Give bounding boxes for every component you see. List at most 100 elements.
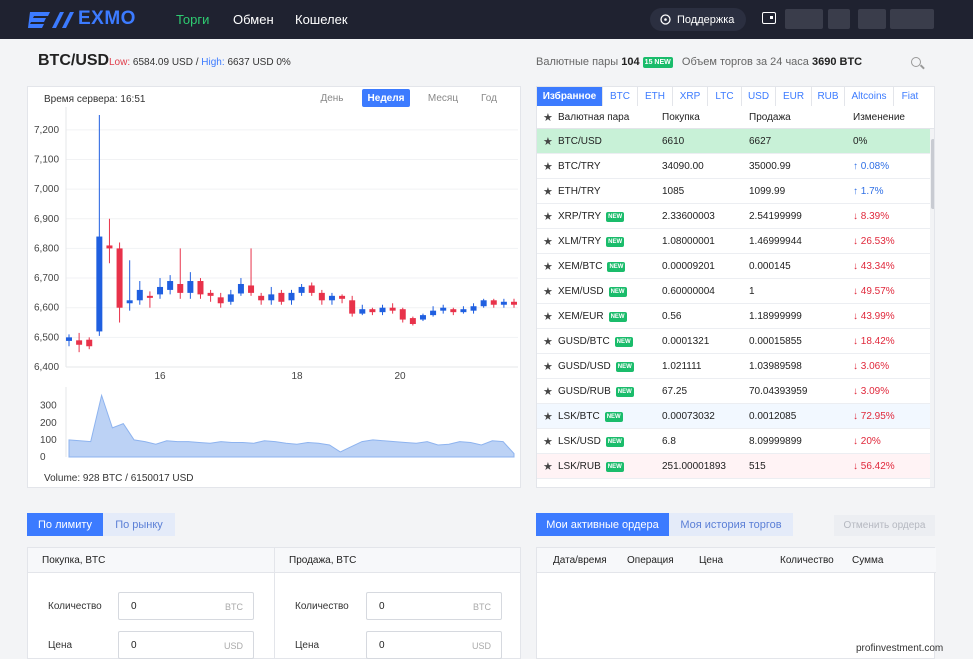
- pair-row[interactable]: ★ XEM/BTC NEW 0.00009201 0.000145 ↓ 43.34%: [537, 254, 930, 279]
- sell-quantity-label: Количество: [295, 601, 349, 612]
- tab-altcoins[interactable]: Altcoins: [845, 87, 894, 106]
- col-change[interactable]: Изменение: [853, 106, 905, 129]
- pair-name[interactable]: XRP/TRY NEW: [558, 204, 625, 229]
- high-value: 6637 USD 0%: [227, 57, 291, 68]
- pair-row[interactable]: ★ XEM/USD NEW 0.60000004 1 ↓ 49.57%: [537, 279, 930, 304]
- favorite-star-icon[interactable]: ★: [543, 329, 553, 354]
- col-datetime: Дата/время: [553, 555, 607, 566]
- col-buy[interactable]: Покупка: [662, 106, 700, 129]
- sell-price-input[interactable]: 0 USD: [366, 631, 502, 659]
- pair-row[interactable]: ★ XRP/TRY NEW 2.33600003 2.54199999 ↓ 8.39%: [537, 204, 930, 229]
- buy-price-input[interactable]: 0 USD: [118, 631, 254, 659]
- tab-usd[interactable]: USD: [742, 87, 776, 106]
- col-pair[interactable]: Валютная пара: [558, 106, 629, 129]
- tab-xrp[interactable]: XRP: [673, 87, 708, 106]
- pair-name[interactable]: BTC/TRY: [558, 154, 601, 179]
- tab-eur[interactable]: EUR: [776, 87, 812, 106]
- col-price: Цена: [699, 555, 724, 566]
- favorite-star-icon[interactable]: ★: [543, 429, 553, 454]
- exmo-logo[interactable]: EXMO: [28, 8, 136, 30]
- nav-trade[interactable]: Торги: [176, 12, 209, 27]
- cancel-orders-button[interactable]: Отменить ордера: [834, 515, 935, 536]
- tab-market-order[interactable]: По рынку: [103, 513, 175, 536]
- candle-body: [308, 285, 315, 293]
- scrollbar-thumb[interactable]: [931, 139, 934, 209]
- wallet-icon[interactable]: [762, 12, 776, 24]
- pair-row[interactable]: ★ ETH/TRY 1085 1099.99 ↑ 1.7%: [537, 179, 930, 204]
- tab-rub[interactable]: RUB: [812, 87, 845, 106]
- favorite-star-icon[interactable]: ★: [543, 404, 553, 429]
- favorite-star-icon[interactable]: ★: [543, 179, 553, 204]
- favorite-star-icon[interactable]: ★: [543, 304, 553, 329]
- nav-wallet[interactable]: Кошелек: [295, 12, 348, 27]
- candle-body: [237, 283, 244, 294]
- favorite-star-icon[interactable]: ★: [543, 279, 553, 304]
- pair-label: BTC/USD: [558, 136, 602, 147]
- buy-quantity-input[interactable]: 0 BTC: [118, 592, 254, 620]
- pair-row[interactable]: ★ XLM/TRY NEW 1.08000001 1.46999944 ↓ 26.53%: [537, 229, 930, 254]
- pair-name[interactable]: LSK/RUB NEW: [558, 454, 624, 479]
- tab-favorites[interactable]: Избранное: [537, 87, 603, 106]
- tab-fiat[interactable]: Fiat: [894, 87, 926, 106]
- pair-name[interactable]: LSK/BTC NEW: [558, 404, 623, 429]
- sell-quantity-unit: BTC: [473, 602, 491, 612]
- pair-row[interactable]: ★ GUSD/BTC NEW 0.0001321 0.00015855 ↓ 18.42%: [537, 329, 930, 354]
- sell-section-title: Продажа, BTC: [275, 548, 520, 573]
- candle-body: [217, 297, 224, 304]
- favorite-star-icon[interactable]: ★: [543, 254, 553, 279]
- pair-name[interactable]: LSK/USD NEW: [558, 429, 624, 454]
- tab-ltc[interactable]: LTC: [708, 87, 742, 106]
- pair-name[interactable]: ETH/TRY: [558, 179, 601, 204]
- favorite-star-icon[interactable]: ★: [543, 454, 553, 479]
- price-tick-label: 7,200: [34, 125, 59, 136]
- pair-name[interactable]: XEM/USD NEW: [558, 279, 627, 304]
- candle-body: [146, 295, 153, 298]
- favorite-star-icon[interactable]: ★: [543, 154, 553, 179]
- volume-area: [68, 393, 515, 458]
- pair-row[interactable]: ★ XEM/EUR NEW 0.56 1.18999999 ↓ 43.99%: [537, 304, 930, 329]
- pair-name[interactable]: XEM/EUR NEW: [558, 304, 627, 329]
- favorite-star-icon[interactable]: ★: [543, 354, 553, 379]
- pair-name[interactable]: GUSD/USD NEW: [558, 354, 634, 379]
- tab-limit-order[interactable]: По лимиту: [27, 513, 103, 536]
- candlestick-chart[interactable]: 7,200 7,100 7,000 6,900 6,800 6,700 6,600 6,500…: [28, 87, 522, 489]
- search-icon[interactable]: [911, 57, 921, 67]
- pair-row[interactable]: ★ BTC/TRY 34090.00 35000.99 ↑ 0.08%: [537, 154, 930, 179]
- favorite-star-icon[interactable]: ★: [543, 129, 553, 154]
- buy-price: 2.33600003: [662, 211, 715, 222]
- pair-row[interactable]: ★ LSK/USD NEW 6.8 8.09999899 ↓ 20%: [537, 429, 930, 454]
- favorite-star-icon[interactable]: ★: [543, 229, 553, 254]
- tab-active-orders[interactable]: Мои активные ордера: [536, 513, 669, 536]
- support-button[interactable]: Поддержка: [650, 8, 746, 31]
- pair-row[interactable]: ★ GUSD/USD NEW 1.021111 1.03989598 ↓ 3.06%: [537, 354, 930, 379]
- candle-body: [268, 294, 275, 301]
- pair-name[interactable]: GUSD/RUB NEW: [558, 379, 634, 404]
- sell-price: 1: [749, 286, 755, 297]
- col-sell[interactable]: Продажа: [749, 106, 791, 129]
- pair-name[interactable]: XLM/TRY NEW: [558, 229, 625, 254]
- favorite-star-icon[interactable]: ★: [543, 379, 553, 404]
- pair-name[interactable]: BTC/USD: [558, 129, 602, 154]
- star-icon[interactable]: ★: [543, 106, 553, 129]
- candle-body: [207, 292, 214, 296]
- pairs-scrollbar[interactable]: [930, 129, 934, 487]
- candle-body: [339, 295, 346, 299]
- pair-name[interactable]: XEM/BTC NEW: [558, 254, 626, 279]
- tab-eth[interactable]: ETH: [638, 87, 673, 106]
- low-value: 6584.09 USD /: [132, 57, 199, 68]
- pair-row[interactable]: ★ GUSD/RUB NEW 67.25 70.04393959 ↓ 3.09%: [537, 379, 930, 404]
- sell-price: 0.0012085: [749, 411, 797, 422]
- pair-name[interactable]: GUSD/BTC NEW: [558, 329, 633, 354]
- pair-row[interactable]: ★ BTC/USD 6610 6627 0%: [537, 129, 930, 154]
- orders-table-header: Дата/время Операция Цена Количество Сумм…: [537, 548, 936, 573]
- support-label: Поддержка: [677, 13, 735, 26]
- candle-body: [288, 292, 295, 301]
- sell-quantity-input[interactable]: 0 BTC: [366, 592, 502, 620]
- nav-exchange[interactable]: Обмен: [233, 12, 274, 27]
- favorite-star-icon[interactable]: ★: [543, 204, 553, 229]
- pair-row[interactable]: ★ LSK/BTC NEW 0.00073032 0.0012085 ↓ 72.95%: [537, 404, 930, 429]
- col-sum: Сумма: [852, 555, 884, 566]
- pair-row[interactable]: ★ LSK/RUB NEW 251.00001893 515 ↓ 56.42%: [537, 454, 930, 479]
- tab-trade-history[interactable]: Моя история торгов: [669, 513, 793, 536]
- tab-btc[interactable]: BTC: [603, 87, 638, 106]
